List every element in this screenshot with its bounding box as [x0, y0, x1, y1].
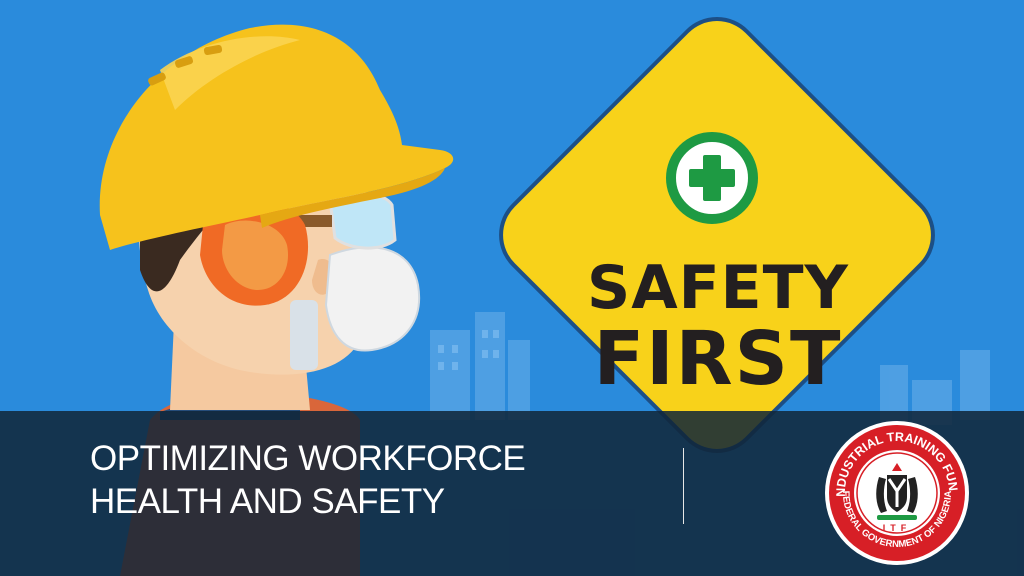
slide-title-line-2: HEALTH AND SAFETY [90, 482, 445, 521]
itf-logo: INDUSTRIAL TRAINING FUND FEDERAL GOVERNM… [823, 419, 969, 565]
dust-mask [324, 246, 421, 352]
title-divider [683, 448, 684, 524]
sign-line-first: FIRST [594, 316, 843, 402]
slide-title-line-1: OPTIMIZING WORKFORCE [90, 439, 526, 478]
sign-line-safety: SAFETY [587, 253, 850, 323]
chin-strap [290, 300, 318, 370]
green-cross-icon [666, 132, 758, 224]
slide-title: OPTIMIZING WORKFORCE HEALTH AND SAFETY [90, 437, 650, 523]
logo-monogram: ITF [883, 523, 912, 533]
